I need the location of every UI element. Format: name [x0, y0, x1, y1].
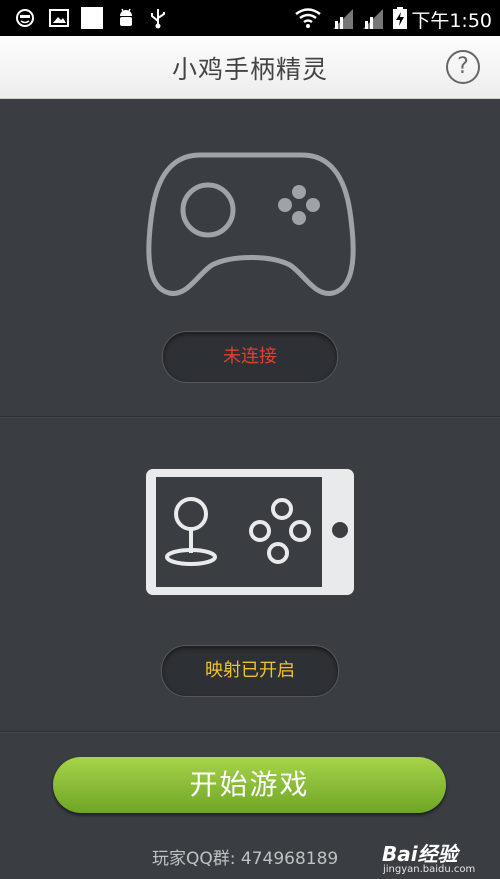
phone-controller-icon [144, 467, 356, 601]
start-game-button[interactable]: 开始游戏 [53, 757, 446, 813]
usb-icon [148, 7, 168, 29]
connection-status: 未连接 [162, 331, 338, 383]
page-title: 小鸡手柄精灵 [171, 55, 328, 84]
status-time: 下午1:50 [411, 10, 492, 32]
help-button[interactable]: ? [446, 50, 480, 84]
status-bar: 下午1:50 [0, 0, 500, 36]
title-bar: 小鸡手柄精灵 ? [0, 36, 500, 99]
face-icon [14, 7, 36, 29]
mapping-status: 映射已开启 [161, 645, 339, 697]
signal-icon [330, 7, 356, 29]
section-divider [0, 416, 500, 418]
qq-group-text: 玩家QQ群: 474968189 [152, 849, 339, 869]
wifi-icon [294, 7, 322, 29]
baidu-watermark-url: jingyan.baidu.com [383, 864, 476, 875]
baidu-watermark: Bai经验 [382, 842, 458, 866]
battery-charging-icon [392, 7, 408, 29]
android-icon [116, 7, 136, 29]
signal-icon [360, 7, 386, 29]
image-icon [48, 7, 70, 29]
section-divider [0, 731, 500, 733]
white-square-icon [80, 7, 104, 29]
gamepad-icon [145, 147, 357, 303]
